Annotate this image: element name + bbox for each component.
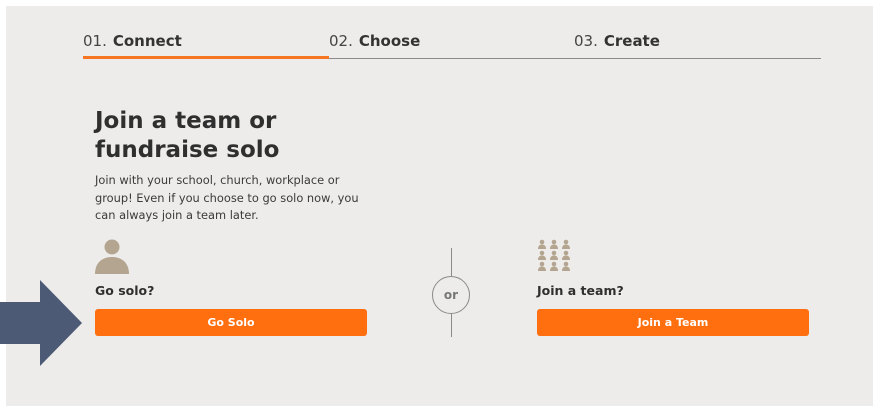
team-icon	[538, 239, 570, 271]
step-progress: 01. Connect 02. Choose 03. Create	[83, 30, 821, 59]
step-number: 02.	[329, 32, 353, 50]
arrow-pointer-icon	[0, 280, 82, 366]
step-number: 01.	[83, 32, 107, 50]
step-name: Choose	[358, 32, 421, 50]
join-team-button[interactable]: Join a Team	[537, 309, 809, 336]
step-name: Create	[603, 32, 660, 50]
active-step-indicator	[83, 56, 329, 59]
step-choose[interactable]: 02. Choose	[329, 32, 420, 50]
person-icon	[95, 239, 129, 274]
divider-line-top	[451, 248, 452, 276]
step-number: 03.	[574, 32, 598, 50]
solo-label: Go solo?	[95, 283, 155, 298]
divider-line-bottom	[451, 313, 452, 337]
go-solo-button[interactable]: Go Solo	[95, 309, 367, 336]
or-divider: or	[432, 276, 470, 314]
intro-text: Join with your school, church, workplace…	[95, 173, 359, 222]
page-title: Join a team or fundraise solo	[95, 108, 280, 163]
step-connect[interactable]: 01. Connect	[83, 32, 182, 50]
step-name: Connect	[112, 32, 182, 50]
step-create[interactable]: 03. Create	[574, 32, 660, 50]
team-label: Join a team?	[537, 283, 624, 298]
